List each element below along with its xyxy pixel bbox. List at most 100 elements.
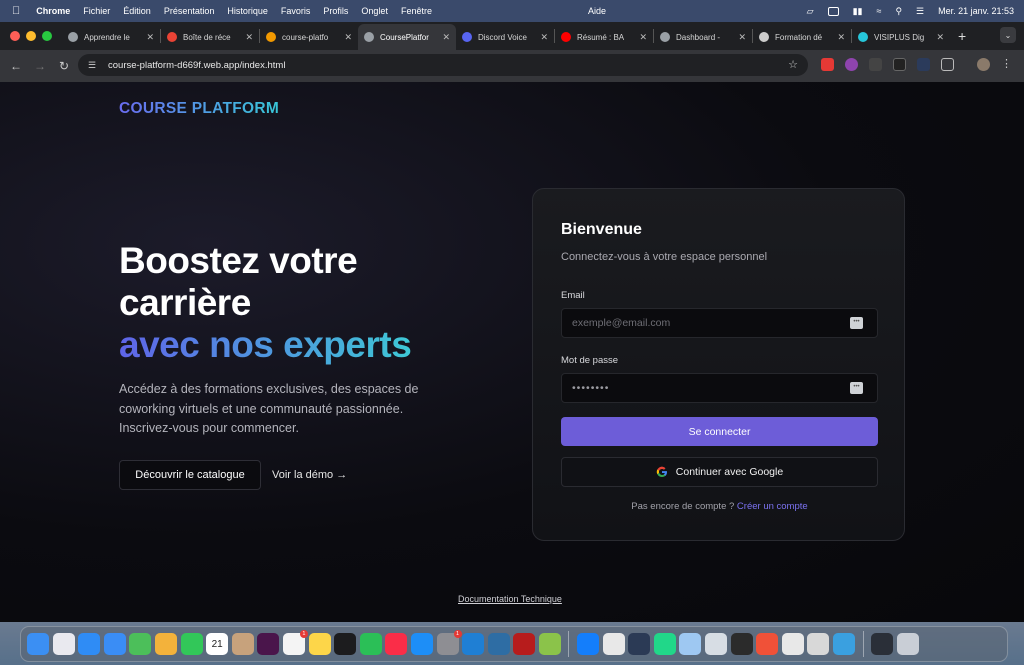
tab-close-icon[interactable]: ✕ bbox=[540, 32, 548, 43]
tab-close-icon[interactable]: ✕ bbox=[936, 32, 944, 43]
menu-fenetre[interactable]: Fenêtre bbox=[401, 6, 432, 16]
reload-icon[interactable]: ↻ bbox=[52, 59, 76, 73]
dock-music-icon[interactable] bbox=[385, 633, 408, 655]
tab-0[interactable]: Apprendre le ✕ bbox=[62, 24, 160, 50]
dock-launchpad-icon[interactable] bbox=[52, 633, 75, 655]
extension-purple-icon[interactable] bbox=[845, 58, 858, 71]
dock-numbers-icon[interactable] bbox=[359, 633, 382, 655]
demo-link[interactable]: Voir la démo → bbox=[272, 460, 347, 490]
menu-onglet[interactable]: Onglet bbox=[361, 6, 388, 16]
google-signin-button[interactable]: Continuer avec Google bbox=[561, 457, 878, 487]
dock-pixelmator-icon[interactable] bbox=[513, 633, 536, 655]
menu-aide[interactable]: Aide bbox=[588, 6, 606, 16]
tab-4[interactable]: Discord Voice ✕ bbox=[456, 24, 554, 50]
new-tab-button[interactable]: + bbox=[958, 28, 966, 44]
tab-2[interactable]: course-platfo ✕ bbox=[260, 24, 358, 50]
minimize-window-button[interactable] bbox=[26, 31, 36, 41]
screen-mirroring-icon[interactable]: ▱ bbox=[807, 6, 814, 17]
tab-7[interactable]: Formation dé ✕ bbox=[753, 24, 851, 50]
tab-close-icon[interactable]: ✕ bbox=[344, 32, 352, 43]
back-arrow-icon[interactable]: ← bbox=[4, 59, 28, 73]
dock-calculator-icon[interactable] bbox=[807, 633, 830, 655]
dock-vscode-icon[interactable] bbox=[462, 633, 485, 655]
battery-icon[interactable]: ▮▮ bbox=[853, 6, 863, 17]
tab-3-active[interactable]: CoursePlatfor ✕ bbox=[358, 24, 456, 50]
dock-minimized-window-icon[interactable] bbox=[871, 633, 894, 655]
dock-quicktime-icon[interactable] bbox=[833, 633, 855, 655]
dock-maps-icon[interactable] bbox=[129, 633, 152, 655]
tab-close-icon[interactable]: ✕ bbox=[245, 32, 253, 43]
dock-terminal-icon[interactable] bbox=[730, 633, 753, 655]
dock-contacts-icon[interactable] bbox=[231, 633, 254, 655]
dock-finder-icon[interactable] bbox=[27, 633, 49, 655]
tab-8[interactable]: VISIPLUS Dig ✕ bbox=[852, 24, 950, 50]
dock-calendar-icon[interactable]: 21 bbox=[206, 633, 229, 655]
dock-trash-icon[interactable] bbox=[896, 633, 919, 655]
dock-pycharm-icon[interactable] bbox=[653, 633, 676, 655]
dock-swift-playgrounds-icon[interactable] bbox=[756, 633, 779, 655]
window-icon[interactable] bbox=[827, 6, 839, 16]
tab-close-icon[interactable]: ✕ bbox=[837, 32, 845, 43]
catalog-button[interactable]: Découvrir le catalogue bbox=[119, 460, 261, 490]
control-center-icon[interactable]: ☰ bbox=[916, 6, 924, 17]
dock-disk-utility-icon[interactable] bbox=[705, 633, 728, 655]
documentation-link[interactable]: Documentation Technique bbox=[458, 594, 562, 604]
menu-historique[interactable]: Historique bbox=[227, 6, 268, 16]
dock-chrome-2-icon[interactable] bbox=[781, 633, 804, 655]
dock-android-studio-icon[interactable] bbox=[628, 633, 651, 655]
tab-5[interactable]: Résumé : BA ✕ bbox=[555, 24, 653, 50]
menu-presentation[interactable]: Présentation bbox=[164, 6, 215, 16]
menu-edition[interactable]: Édition bbox=[123, 6, 151, 16]
signup-link[interactable]: Créer un compte bbox=[737, 501, 808, 512]
dock-settings-icon[interactable]: 1 bbox=[436, 630, 462, 655]
dock-photos-icon[interactable] bbox=[154, 633, 177, 655]
tab-6[interactable]: Dashboard - ✕ bbox=[654, 24, 752, 50]
password-field[interactable]: •••••••• ••• bbox=[561, 373, 878, 403]
dock-mysql-workbench-icon[interactable] bbox=[487, 633, 510, 655]
dock-xcode-icon[interactable] bbox=[577, 633, 600, 655]
dock-chrome-icon[interactable] bbox=[602, 633, 625, 655]
dock-slack-icon[interactable] bbox=[257, 633, 280, 655]
spotlight-search-icon[interactable]: ⚲ bbox=[895, 6, 902, 17]
menu-app-name[interactable]: Chrome bbox=[36, 6, 70, 16]
tab-close-icon[interactable]: ✕ bbox=[639, 32, 647, 43]
close-window-button[interactable] bbox=[10, 31, 20, 41]
autofill-key-icon[interactable]: ••• bbox=[850, 317, 863, 329]
dock-mail-icon[interactable] bbox=[103, 633, 126, 655]
menu-fichier[interactable]: Fichier bbox=[83, 6, 110, 16]
address-url[interactable]: course-platform-d669f.web.app/index.html bbox=[108, 60, 285, 71]
extension-dots-icon[interactable] bbox=[917, 58, 930, 71]
tab-close-icon[interactable]: ✕ bbox=[442, 32, 450, 43]
tab-1[interactable]: Boîte de réce ✕ bbox=[161, 24, 259, 50]
dock-facetime-icon[interactable] bbox=[180, 633, 203, 655]
zoom-window-button[interactable] bbox=[42, 31, 52, 41]
menubar-clock[interactable]: Mer. 21 janv. 21:53 bbox=[938, 6, 1014, 16]
address-bar[interactable]: ☰ course-platform-d669f.web.app/index.ht… bbox=[78, 54, 808, 76]
adblock-extension-icon[interactable] bbox=[821, 58, 834, 71]
dock-preview-icon[interactable] bbox=[679, 633, 702, 655]
wifi-icon[interactable]: ≈ bbox=[876, 6, 881, 16]
login-submit-button[interactable]: Se connecter bbox=[561, 417, 878, 446]
profile-avatar[interactable] bbox=[977, 58, 990, 71]
apple-icon[interactable]:  bbox=[12, 5, 20, 17]
tab-search-chevron-icon[interactable]: ⌄ bbox=[1000, 27, 1016, 43]
tab-close-icon[interactable]: ✕ bbox=[146, 32, 154, 43]
dock-reminders-icon[interactable]: 1 bbox=[282, 630, 308, 655]
tab-close-icon[interactable]: ✕ bbox=[738, 32, 746, 43]
menu-profils[interactable]: Profils bbox=[323, 6, 348, 16]
site-info-icon[interactable]: ☰ bbox=[88, 60, 96, 71]
extension-dark-icon[interactable] bbox=[893, 58, 906, 71]
menu-favoris[interactable]: Favoris bbox=[281, 6, 311, 16]
dock-colors-icon[interactable] bbox=[538, 633, 561, 655]
site-logo[interactable]: COURSE PLATFORM bbox=[119, 100, 279, 118]
email-field[interactable]: exemple@email.com ••• bbox=[561, 308, 878, 338]
dock-tv-icon[interactable] bbox=[334, 633, 357, 655]
bookmark-star-icon[interactable]: ☆ bbox=[788, 58, 798, 71]
autofill-key-icon[interactable]: ••• bbox=[850, 382, 863, 394]
chrome-menu-icon[interactable]: ⋮ bbox=[1000, 58, 1013, 71]
dock-app-store-icon[interactable] bbox=[410, 633, 433, 655]
react-devtools-icon[interactable] bbox=[869, 58, 882, 71]
dock-notes-icon[interactable] bbox=[308, 633, 331, 655]
dock-safari-icon[interactable] bbox=[78, 633, 101, 655]
forward-arrow-icon[interactable]: → bbox=[28, 59, 52, 73]
